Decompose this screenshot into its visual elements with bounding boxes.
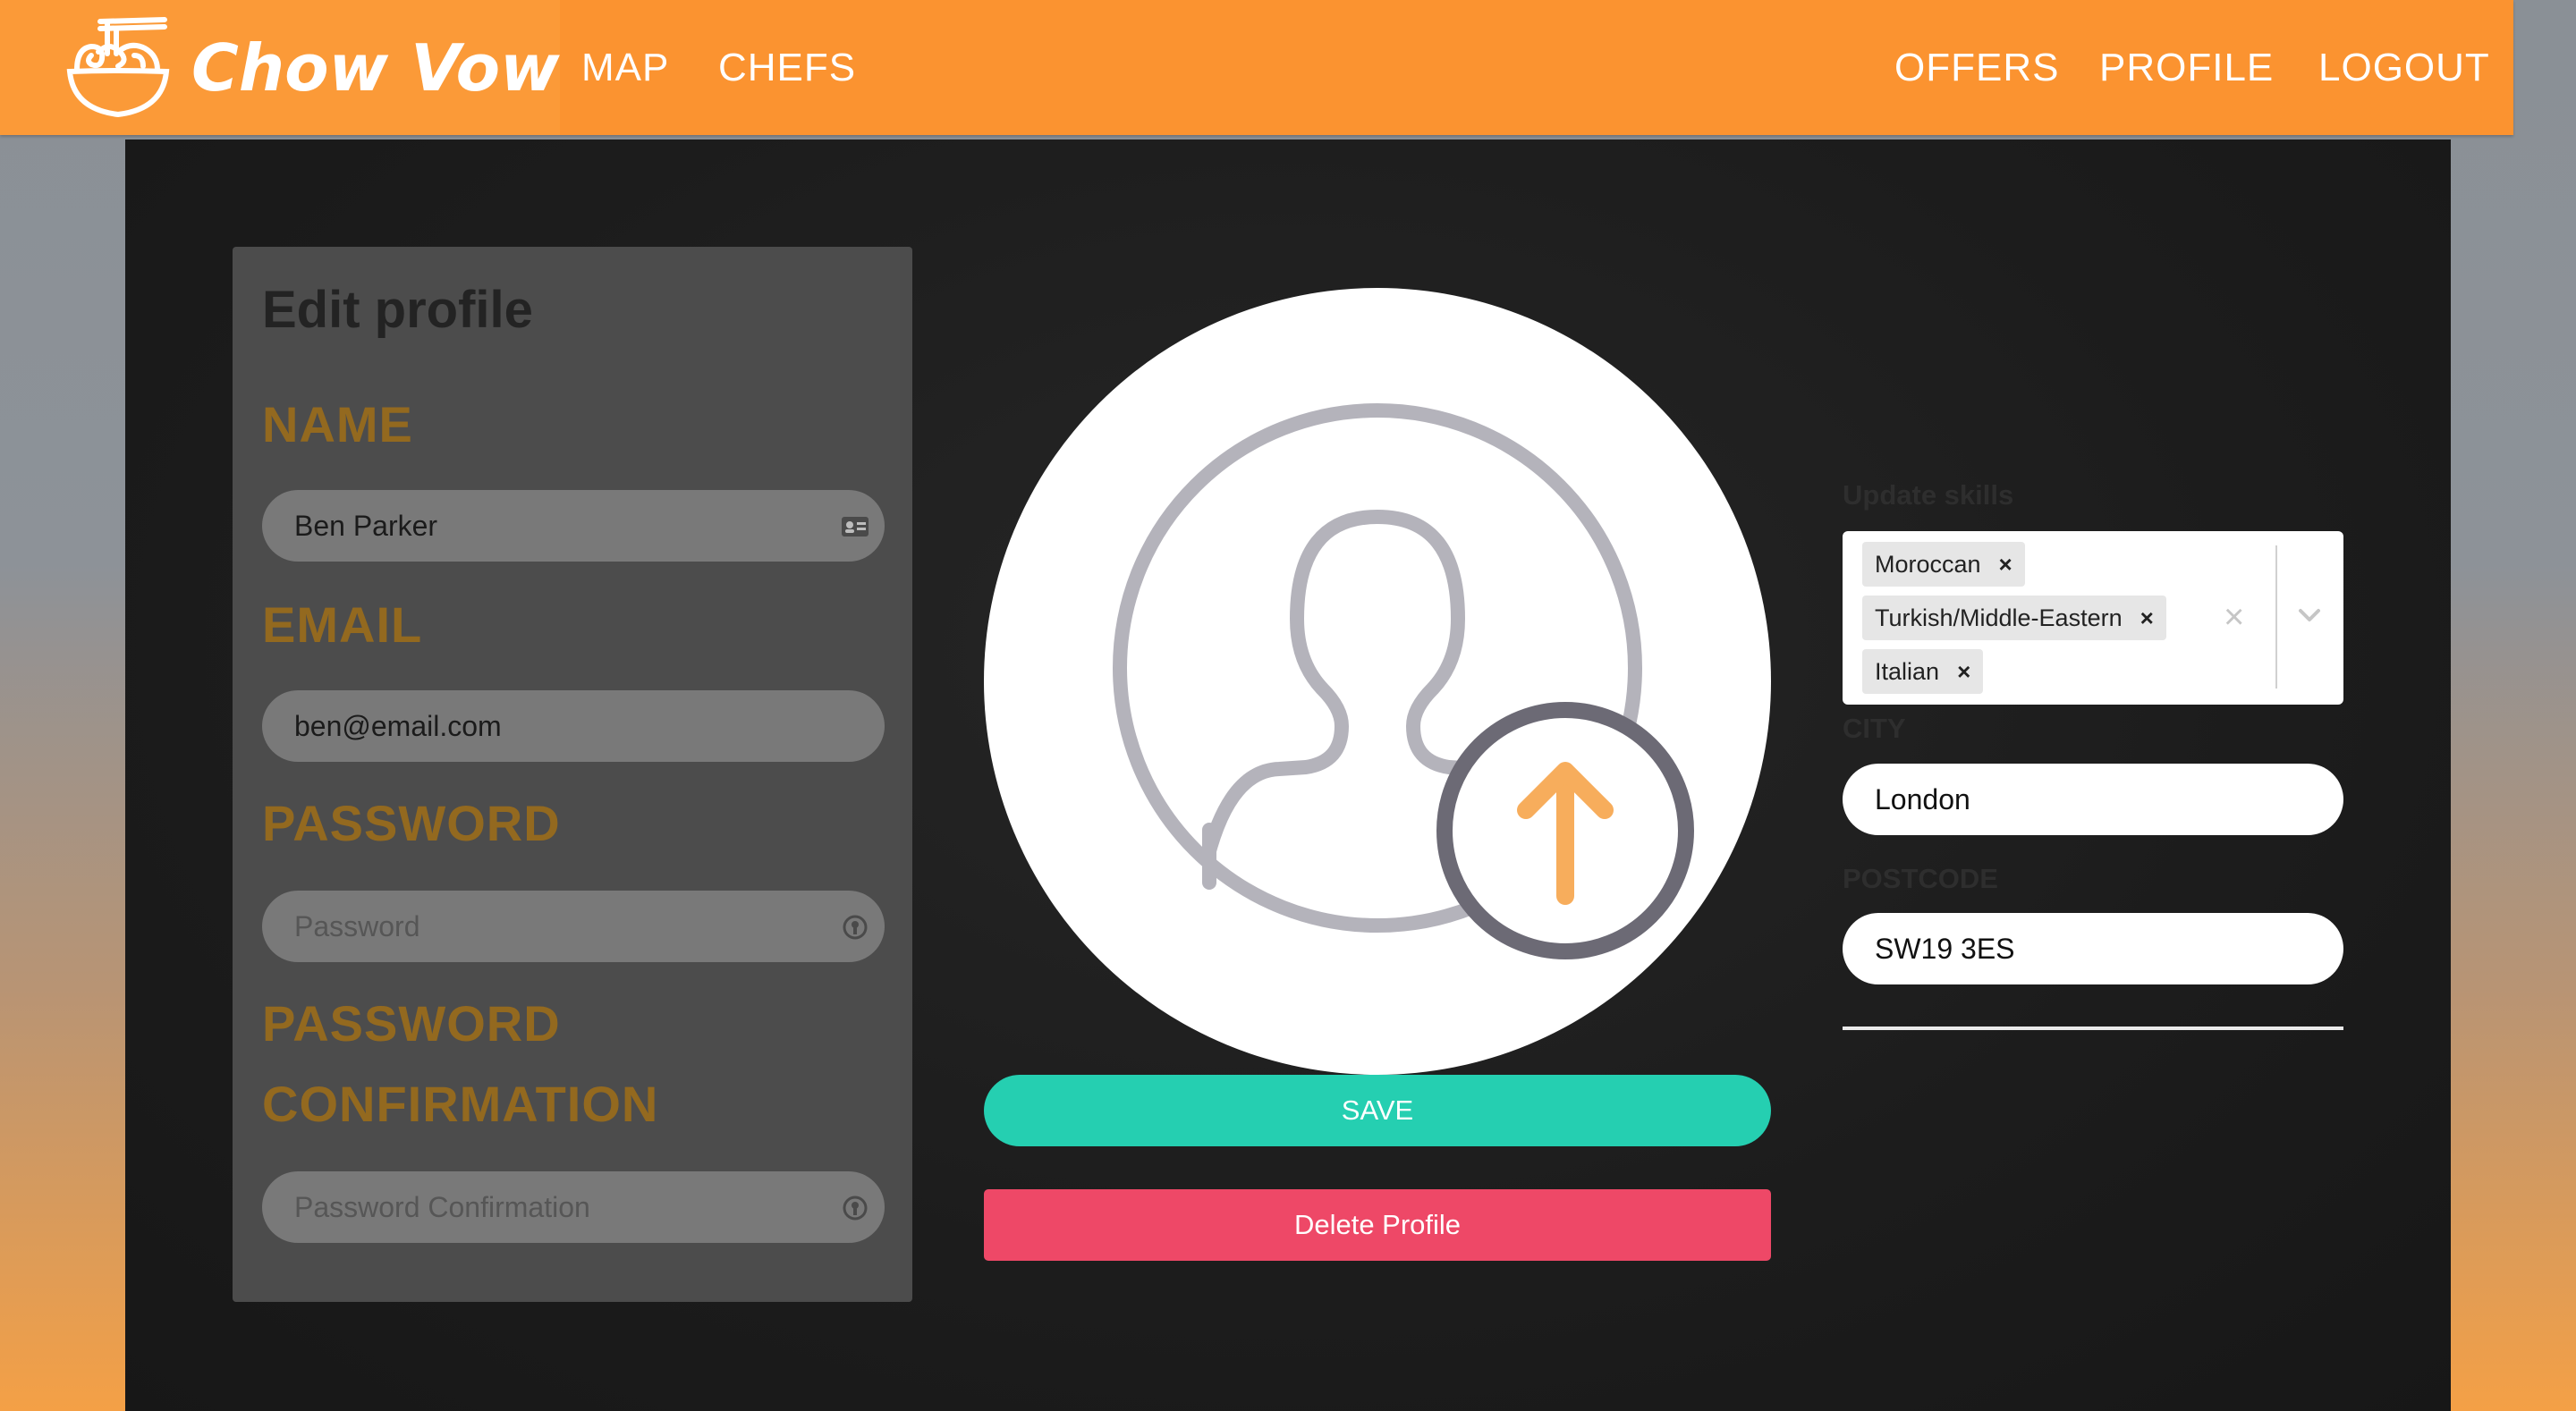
- save-button[interactable]: SAVE: [984, 1075, 1771, 1146]
- city-input-value: London: [1875, 782, 1970, 815]
- nav-link-profile[interactable]: PROFILE: [2099, 43, 2274, 93]
- skills-multiselect[interactable]: Moroccan × Turkish/Middle-Eastern × Ital…: [1843, 531, 2343, 705]
- nav-link-offers[interactable]: OFFERS: [1894, 43, 2059, 93]
- chevron-down-icon[interactable]: [2293, 599, 2326, 631]
- update-skills-label: Update skills: [1843, 479, 2014, 511]
- name-input-value: Ben Parker: [294, 509, 438, 542]
- city-label: CITY: [1843, 713, 1906, 744]
- name-label: NAME: [262, 396, 413, 452]
- postcode-input[interactable]: SW19 3ES: [1843, 913, 2343, 984]
- skill-tag-label: Turkish/Middle-Eastern: [1875, 604, 2123, 631]
- skill-tag: Turkish/Middle-Eastern ×: [1862, 596, 2166, 640]
- email-input-value: ben@email.com: [294, 709, 502, 742]
- password-input[interactable]: Password: [262, 891, 885, 962]
- clear-all-icon[interactable]: ×: [2224, 599, 2244, 635]
- postcode-input-value: SW19 3ES: [1875, 932, 2015, 965]
- nav-link-logout[interactable]: LOGOUT: [2318, 43, 2490, 93]
- postcode-label: POSTCODE: [1843, 863, 1998, 894]
- id-card-icon: [842, 517, 869, 537]
- brand-name[interactable]: Chow Vow: [191, 23, 560, 113]
- brand[interactable]: Chow Vow: [0, 0, 560, 135]
- navbar: Chow Vow MAP CHEFS OFFERS PROFILE LOGOUT: [0, 0, 2513, 135]
- remove-tag-icon[interactable]: ×: [1957, 658, 1970, 686]
- nav-link-chefs[interactable]: CHEFS: [718, 43, 856, 93]
- noodle-bowl-icon: [66, 17, 170, 118]
- remove-tag-icon[interactable]: ×: [2140, 604, 2154, 632]
- password-placeholder: Password: [294, 909, 420, 942]
- skill-tag: Moroccan ×: [1862, 542, 2025, 587]
- skill-tag-label: Italian: [1875, 657, 1940, 685]
- remove-tag-icon[interactable]: ×: [1999, 551, 2012, 579]
- skill-tag: Italian ×: [1862, 649, 1984, 694]
- select-divider: [2275, 545, 2277, 689]
- email-label: EMAIL: [262, 596, 423, 653]
- key-icon: [843, 1196, 868, 1221]
- name-input[interactable]: Ben Parker: [262, 490, 885, 562]
- nav-link-map[interactable]: MAP: [581, 43, 669, 93]
- password-confirmation-label-line1: PASSWORD: [262, 995, 561, 1052]
- password-confirmation-label-line2: CONFIRMATION: [262, 1076, 659, 1132]
- password-label: PASSWORD: [262, 795, 561, 851]
- password-confirmation-input[interactable]: Password Confirmation: [262, 1171, 885, 1243]
- edit-profile-form: Edit profile NAME Ben Parker EMAIL ben@e…: [233, 247, 912, 1302]
- password-confirmation-placeholder: Password Confirmation: [294, 1190, 590, 1223]
- upload-arrow-icon[interactable]: [984, 288, 1771, 1075]
- key-icon: [843, 915, 868, 940]
- email-input[interactable]: ben@email.com: [262, 690, 885, 762]
- form-title: Edit profile: [262, 281, 533, 339]
- divider-line: [1843, 1027, 2343, 1030]
- delete-profile-button[interactable]: Delete Profile: [984, 1189, 1771, 1261]
- skill-tag-label: Moroccan: [1875, 550, 1981, 578]
- city-input[interactable]: London: [1843, 764, 2343, 835]
- avatar-upload[interactable]: [984, 288, 1771, 1075]
